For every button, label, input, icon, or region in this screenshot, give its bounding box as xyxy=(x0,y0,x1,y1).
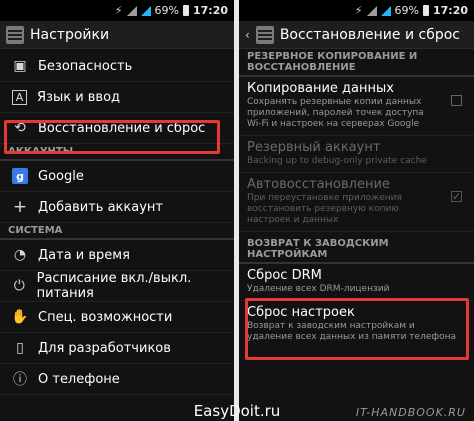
status-bar: ⚡ 69% 17:20 xyxy=(239,0,474,21)
menu-item-label: Для разработчиков xyxy=(38,340,171,356)
developer-icon: ▯ xyxy=(16,340,24,356)
page-title: Восстановление и сброс xyxy=(279,26,460,43)
backup-checkbox[interactable] xyxy=(451,95,462,106)
menu-item-label: Google xyxy=(38,168,84,184)
wifi-icon xyxy=(366,5,377,16)
menu-item-label: Расписание вкл./выкл. питания xyxy=(36,271,192,301)
menu-item-google[interactable]: g Google xyxy=(0,161,234,192)
setting-description: Сохранять резервные копии данных приложе… xyxy=(247,97,424,129)
battery-icon xyxy=(422,5,429,16)
menu-item-date-time[interactable]: ◔ Дата и время xyxy=(0,240,234,271)
setting-title: Сброс DRM xyxy=(247,268,322,283)
menu-item-power-schedule[interactable]: ⏻ Расписание вкл./выкл. питания xyxy=(0,271,234,302)
setting-title: Автовосстановление xyxy=(247,177,390,192)
watermark-text: EasyDoit.ru xyxy=(193,402,281,420)
section-header-system: СИСТЕМА xyxy=(0,223,234,240)
setting-backup-account[interactable]: Резервный аккаунт Backing up to debug-on… xyxy=(239,136,474,173)
accessibility-icon: ✋ xyxy=(11,309,29,325)
auto-restore-checkbox[interactable]: ✓ xyxy=(451,191,462,202)
menu-item-label: Добавить аккаунт xyxy=(38,199,163,215)
setting-title: Копирование данных xyxy=(247,81,394,96)
setting-auto-restore[interactable]: Автовосстановление При переустановке при… xyxy=(239,173,474,232)
setting-description: Backing up to debug-only private cache xyxy=(247,156,427,166)
menu-item-label: Спец. возможности xyxy=(38,309,173,325)
menu-item-label: Дата и время xyxy=(38,247,130,263)
settings-app-icon[interactable] xyxy=(255,25,274,44)
clock: 17:20 xyxy=(192,4,228,17)
highlight-frame xyxy=(245,298,469,360)
info-icon: ⓘ xyxy=(13,372,27,388)
backup-reset-screen: ⚡ 69% 17:20 ‹ Восстановление и сброс РЕЗ… xyxy=(239,0,474,421)
battery-percent: 69% xyxy=(154,4,179,17)
action-bar: ‹ Восстановление и сброс xyxy=(239,21,474,49)
menu-item-label: Язык и ввод xyxy=(37,89,121,105)
usb-icon: ⚡ xyxy=(114,4,123,17)
menu-item-label: Безопасность xyxy=(38,58,133,74)
power-schedule-icon: ⏻ xyxy=(13,278,25,294)
settings-screen: ⚡ 69% 17:20 Настройки ▣ Безопасность A Я… xyxy=(0,0,234,421)
action-bar: Настройки xyxy=(0,21,234,49)
page-title: Настройки xyxy=(30,26,110,43)
google-icon: g xyxy=(12,168,28,184)
setting-description: Удаление всех DRM-лицензий xyxy=(247,284,390,294)
back-arrow-icon[interactable]: ‹ xyxy=(245,28,250,42)
menu-item-add-account[interactable]: + Добавить аккаунт xyxy=(0,192,234,223)
menu-item-label: О телефоне xyxy=(38,371,120,387)
watermark-bar: EasyDoit.ru IT-HANDBOOK.RU xyxy=(0,401,474,421)
wifi-icon xyxy=(126,5,137,16)
menu-item-language[interactable]: A Язык и ввод xyxy=(0,82,234,113)
watermark-secondary-text: IT-HANDBOOK.RU xyxy=(355,406,466,419)
lock-icon: ▣ xyxy=(13,58,27,74)
setting-backup-data[interactable]: Копирование данных Сохранять резервные к… xyxy=(239,77,474,136)
battery-percent: 69% xyxy=(394,4,419,17)
setting-description: При переустановке приложения восстановит… xyxy=(247,193,402,225)
menu-item-about-phone[interactable]: ⓘ О телефоне xyxy=(0,364,234,395)
settings-app-icon[interactable] xyxy=(6,25,24,44)
clock-icon: ◔ xyxy=(13,247,27,263)
clock: 17:20 xyxy=(432,4,468,17)
setting-title: Резервный аккаунт xyxy=(247,140,381,155)
menu-item-developer[interactable]: ▯ Для разработчиков xyxy=(0,333,234,364)
plus-icon: + xyxy=(12,197,28,217)
signal-icon xyxy=(140,5,151,16)
section-header-backup: РЕЗЕРВНОЕ КОПИРОВАНИЕ И ВОССТАНОВЛЕНИЕ xyxy=(239,49,474,77)
setting-drm-reset[interactable]: Сброс DRM Удаление всех DRM-лицензий xyxy=(239,264,474,301)
highlight-frame xyxy=(4,120,220,154)
menu-item-accessibility[interactable]: ✋ Спец. возможности xyxy=(0,302,234,333)
status-bar: ⚡ 69% 17:20 xyxy=(0,0,234,21)
signal-icon xyxy=(380,5,391,16)
menu-item-security[interactable]: ▣ Безопасность xyxy=(0,51,234,82)
section-header-factory-reset: ВОЗВРАТ К ЗАВОДСКИМ НАСТРОЙКАМ xyxy=(239,236,474,264)
usb-icon: ⚡ xyxy=(354,4,363,17)
battery-icon xyxy=(182,5,189,16)
keyboard-icon: A xyxy=(12,89,27,105)
